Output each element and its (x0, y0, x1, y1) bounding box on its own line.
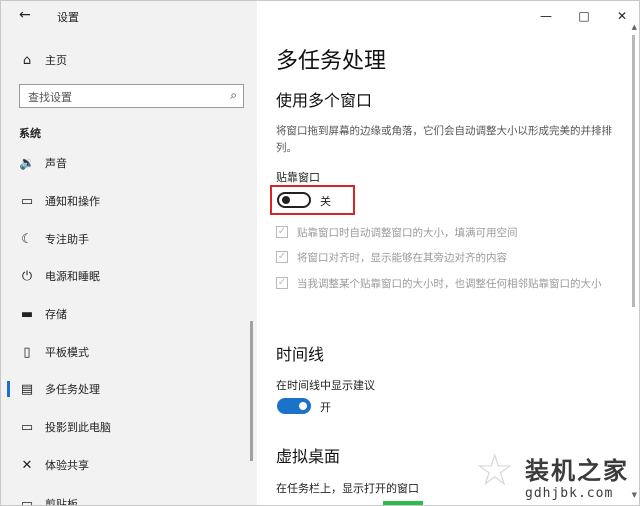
home-icon: ⌂ (22, 52, 32, 68)
sidebar-item-label: 投影到此电脑 (45, 421, 111, 434)
sidebar-item-label: 主页 (45, 54, 67, 67)
sidebar-item-home[interactable]: ⌂ 主页 (1, 45, 257, 75)
toggle-knob (282, 196, 290, 204)
sidebar-item-projecting[interactable]: ▭ 投影到此电脑 (1, 412, 257, 442)
sidebar-item-sound[interactable]: 🔉 声音 (1, 148, 257, 178)
sidebar-item-label: 平板模式 (45, 346, 89, 359)
snap-option-label: 将窗口对齐时，显示能够在其旁边对齐的内容 (297, 252, 507, 264)
sidebar-scrollbar[interactable] (250, 321, 253, 461)
sidebar-item-label: 通知和操作 (45, 195, 100, 208)
scroll-down-arrow-icon[interactable]: ▼ (632, 491, 637, 499)
multitasking-icon: ▤ (20, 381, 34, 397)
scroll-up-arrow-icon[interactable]: ▲ (632, 23, 637, 31)
search-icon[interactable]: ⌕ (230, 88, 237, 103)
maximize-button[interactable]: □ (565, 1, 603, 31)
snap-option-checkbox[interactable]: ✓ (276, 251, 288, 263)
star-icon: ☆ (475, 445, 515, 496)
snap-option-label: 贴靠窗口时自动调整窗口的大小，填满可用空间 (297, 227, 518, 239)
moon-icon: ☾ (21, 231, 33, 247)
sidebar-item-label: 专注助手 (45, 233, 89, 246)
sidebar-item-storage[interactable]: ▬ 存储 (1, 299, 257, 329)
sidebar-item-label: 体验共享 (45, 459, 89, 472)
power-icon: ⏻ (21, 268, 33, 284)
window-controls: — □ ✕ (527, 1, 639, 31)
snap-option-label: 当我调整某个贴靠窗口的大小时，也调整任何相邻贴靠窗口的大小 (297, 278, 602, 290)
title-bar: ← 设置 (1, 1, 257, 31)
speaker-icon: 🔉 (19, 155, 36, 171)
tablet-icon: ▯ (23, 344, 31, 360)
taskbar-strip (383, 501, 423, 505)
snap-toggle-title: 贴靠窗口 (276, 171, 320, 184)
content-scrollbar[interactable] (632, 35, 635, 307)
timeline-subtitle: 在时间线中显示建议 (276, 379, 375, 392)
sidebar-item-multitasking[interactable]: ▤ 多任务处理 (1, 374, 257, 404)
main-content: — □ ✕ 多任务处理 使用多个窗口 将窗口拖到屏幕的边缘或角落，它们会自动调整… (257, 1, 639, 505)
search-input[interactable]: 查找设置 ⌕ (19, 84, 244, 108)
snap-option-checkbox[interactable]: ✓ (276, 226, 288, 238)
snap-toggle-state: 关 (320, 195, 331, 208)
watermark: ☆ 装机之家 gdhjbk.com (475, 445, 629, 501)
watermark-title: 装机之家 (525, 456, 629, 485)
timeline-toggle-state: 开 (320, 401, 331, 414)
snap-option-checkbox[interactable]: ✓ (276, 277, 288, 289)
sidebar-item-label: 声音 (45, 157, 67, 170)
toggle-knob (299, 402, 307, 410)
sidebar-item-notifications[interactable]: ▭ 通知和操作 (1, 186, 257, 216)
share-icon: ✕ (21, 457, 33, 473)
minimize-button[interactable]: — (527, 1, 565, 31)
section-label: 系统 (19, 127, 41, 140)
storage-icon: ▬ (20, 306, 34, 322)
notification-icon: ▭ (20, 193, 34, 209)
snap-description: 将窗口拖到屏幕的边缘或角落，它们会自动调整大小以形成完美的并排排列。 (276, 125, 612, 154)
app-title: 设置 (57, 11, 79, 24)
virtual-desktops-subtitle: 在任务栏上，显示打开的窗口 (276, 482, 419, 495)
sidebar-item-shared-experiences[interactable]: ✕ 体验共享 (1, 450, 257, 480)
sidebar-item-power[interactable]: ⏻ 电源和睡眠 (1, 261, 257, 291)
snap-windows-toggle[interactable] (277, 192, 311, 208)
search-placeholder: 查找设置 (28, 91, 72, 104)
settings-window: ← 设置 ⌂ 主页 查找设置 ⌕ 系统 🔉 声音 ▭ 通知和操作 ☾ 专注助手 … (0, 0, 640, 506)
timeline-heading: 时间线 (276, 345, 325, 364)
sidebar-item-clipboard[interactable]: ▭ 剪贴板 (1, 489, 257, 506)
projector-icon: ▭ (20, 419, 34, 435)
back-arrow-icon[interactable]: ← (19, 7, 31, 23)
sidebar-item-label: 存储 (45, 308, 67, 321)
sidebar-item-label: 电源和睡眠 (45, 270, 100, 283)
sidebar: ← 设置 ⌂ 主页 查找设置 ⌕ 系统 🔉 声音 ▭ 通知和操作 ☾ 专注助手 … (1, 1, 257, 506)
sidebar-item-tablet-mode[interactable]: ▯ 平板模式 (1, 337, 257, 367)
sidebar-item-label: 多任务处理 (45, 383, 100, 396)
timeline-toggle[interactable] (277, 398, 311, 414)
virtual-desktops-heading: 虚拟桌面 (276, 447, 341, 466)
sidebar-item-label: 剪贴板 (45, 498, 78, 506)
watermark-url: gdhjbk.com (525, 486, 614, 501)
clipboard-icon: ▭ (20, 496, 34, 506)
sidebar-item-focus-assist[interactable]: ☾ 专注助手 (1, 224, 257, 254)
snap-heading: 使用多个窗口 (276, 91, 373, 110)
page-title: 多任务处理 (276, 49, 387, 74)
